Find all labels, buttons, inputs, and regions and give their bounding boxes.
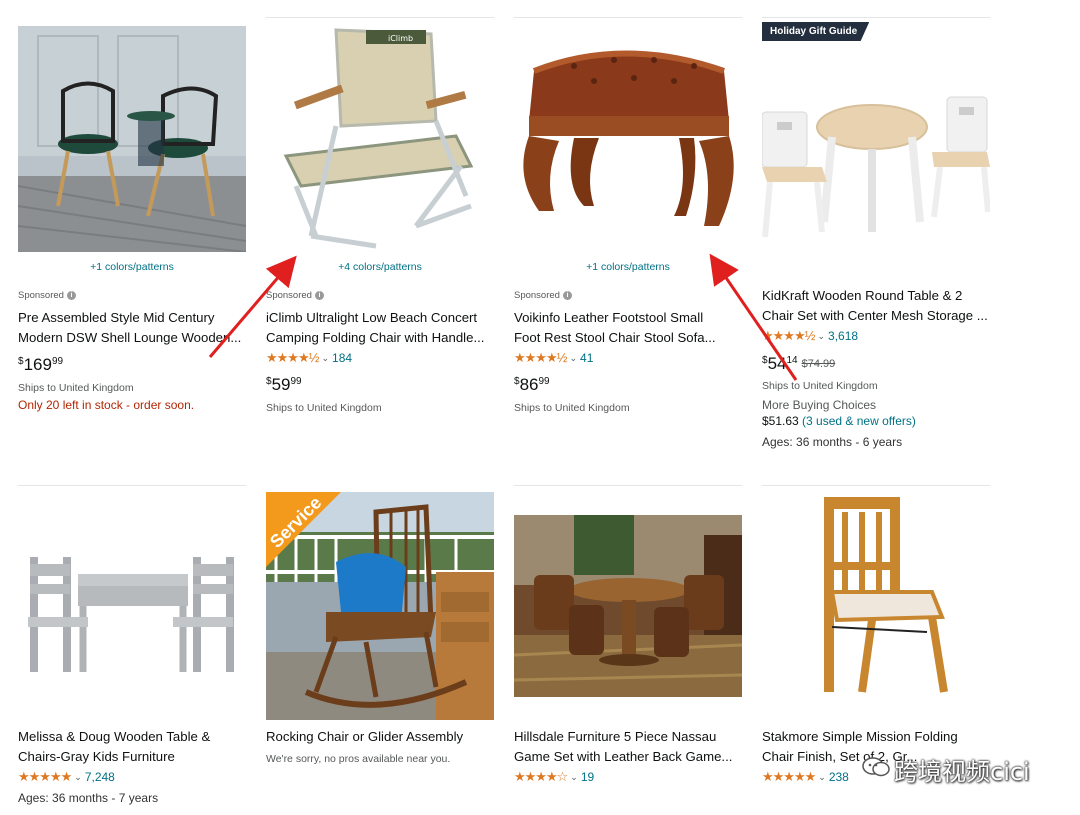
card-divider	[18, 485, 246, 486]
gray-kids-table-photo	[18, 492, 246, 720]
product-title-line1[interactable]: Stakmore Simple Mission Folding	[762, 727, 990, 747]
rating-count[interactable]: 19	[581, 770, 594, 784]
product-card-7[interactable]: Hillsdale Furniture 5 Piece Nassau Game …	[514, 0, 742, 815]
age-range: Ages: 36 months - 7 years	[18, 791, 159, 805]
star-rating-icon[interactable]: ★★★★☆	[514, 769, 568, 785]
wechat-icon	[862, 756, 890, 784]
rating-count[interactable]: 238	[829, 770, 849, 784]
product-title-line1[interactable]: Hillsdale Furniture 5 Piece Nassau	[514, 727, 742, 747]
product-card-8[interactable]: Stakmore Simple Mission Folding Chair Fi…	[762, 0, 990, 815]
rating-count[interactable]: 7,248	[85, 770, 115, 784]
watermark-text: 跨境视频cici	[894, 758, 1030, 786]
rating[interactable]: ★★★★★ ⌄ 238	[762, 769, 849, 785]
product-title-line2[interactable]: Chairs-Gray Kids Furniture	[18, 747, 246, 767]
chevron-down-icon[interactable]: ⌄	[74, 772, 82, 783]
mission-folding-chair-photo	[762, 492, 990, 720]
game-set-photo	[514, 515, 742, 697]
product-title-line2[interactable]: Game Set with Leather Back Game...	[514, 747, 742, 767]
chevron-down-icon[interactable]: ⌄	[818, 772, 826, 783]
product-title-line1[interactable]: Melissa & Doug Wooden Table &	[18, 727, 246, 747]
product-card-6[interactable]: Service Rocking Chair or Glider Assembly…	[266, 0, 494, 815]
card-divider	[762, 485, 990, 486]
product-title-line1[interactable]: Rocking Chair or Glider Assembly	[266, 727, 494, 747]
rating[interactable]: ★★★★☆ ⌄ 19	[514, 769, 594, 785]
watermark: 跨境视频cici	[862, 752, 1030, 787]
product-card-5[interactable]: Melissa & Doug Wooden Table & Chairs-Gra…	[18, 0, 246, 815]
no-pros-note: We're sorry, no pros available near you.	[266, 753, 451, 765]
chevron-down-icon[interactable]: ⌄	[570, 772, 578, 783]
product-image[interactable]	[762, 492, 990, 720]
rating[interactable]: ★★★★★ ⌄ 7,248	[18, 769, 115, 785]
star-rating-icon[interactable]: ★★★★★	[762, 769, 816, 785]
product-image[interactable]	[514, 515, 742, 697]
star-rating-icon[interactable]: ★★★★★	[18, 769, 72, 785]
card-divider	[514, 485, 742, 486]
product-image[interactable]	[18, 492, 246, 720]
